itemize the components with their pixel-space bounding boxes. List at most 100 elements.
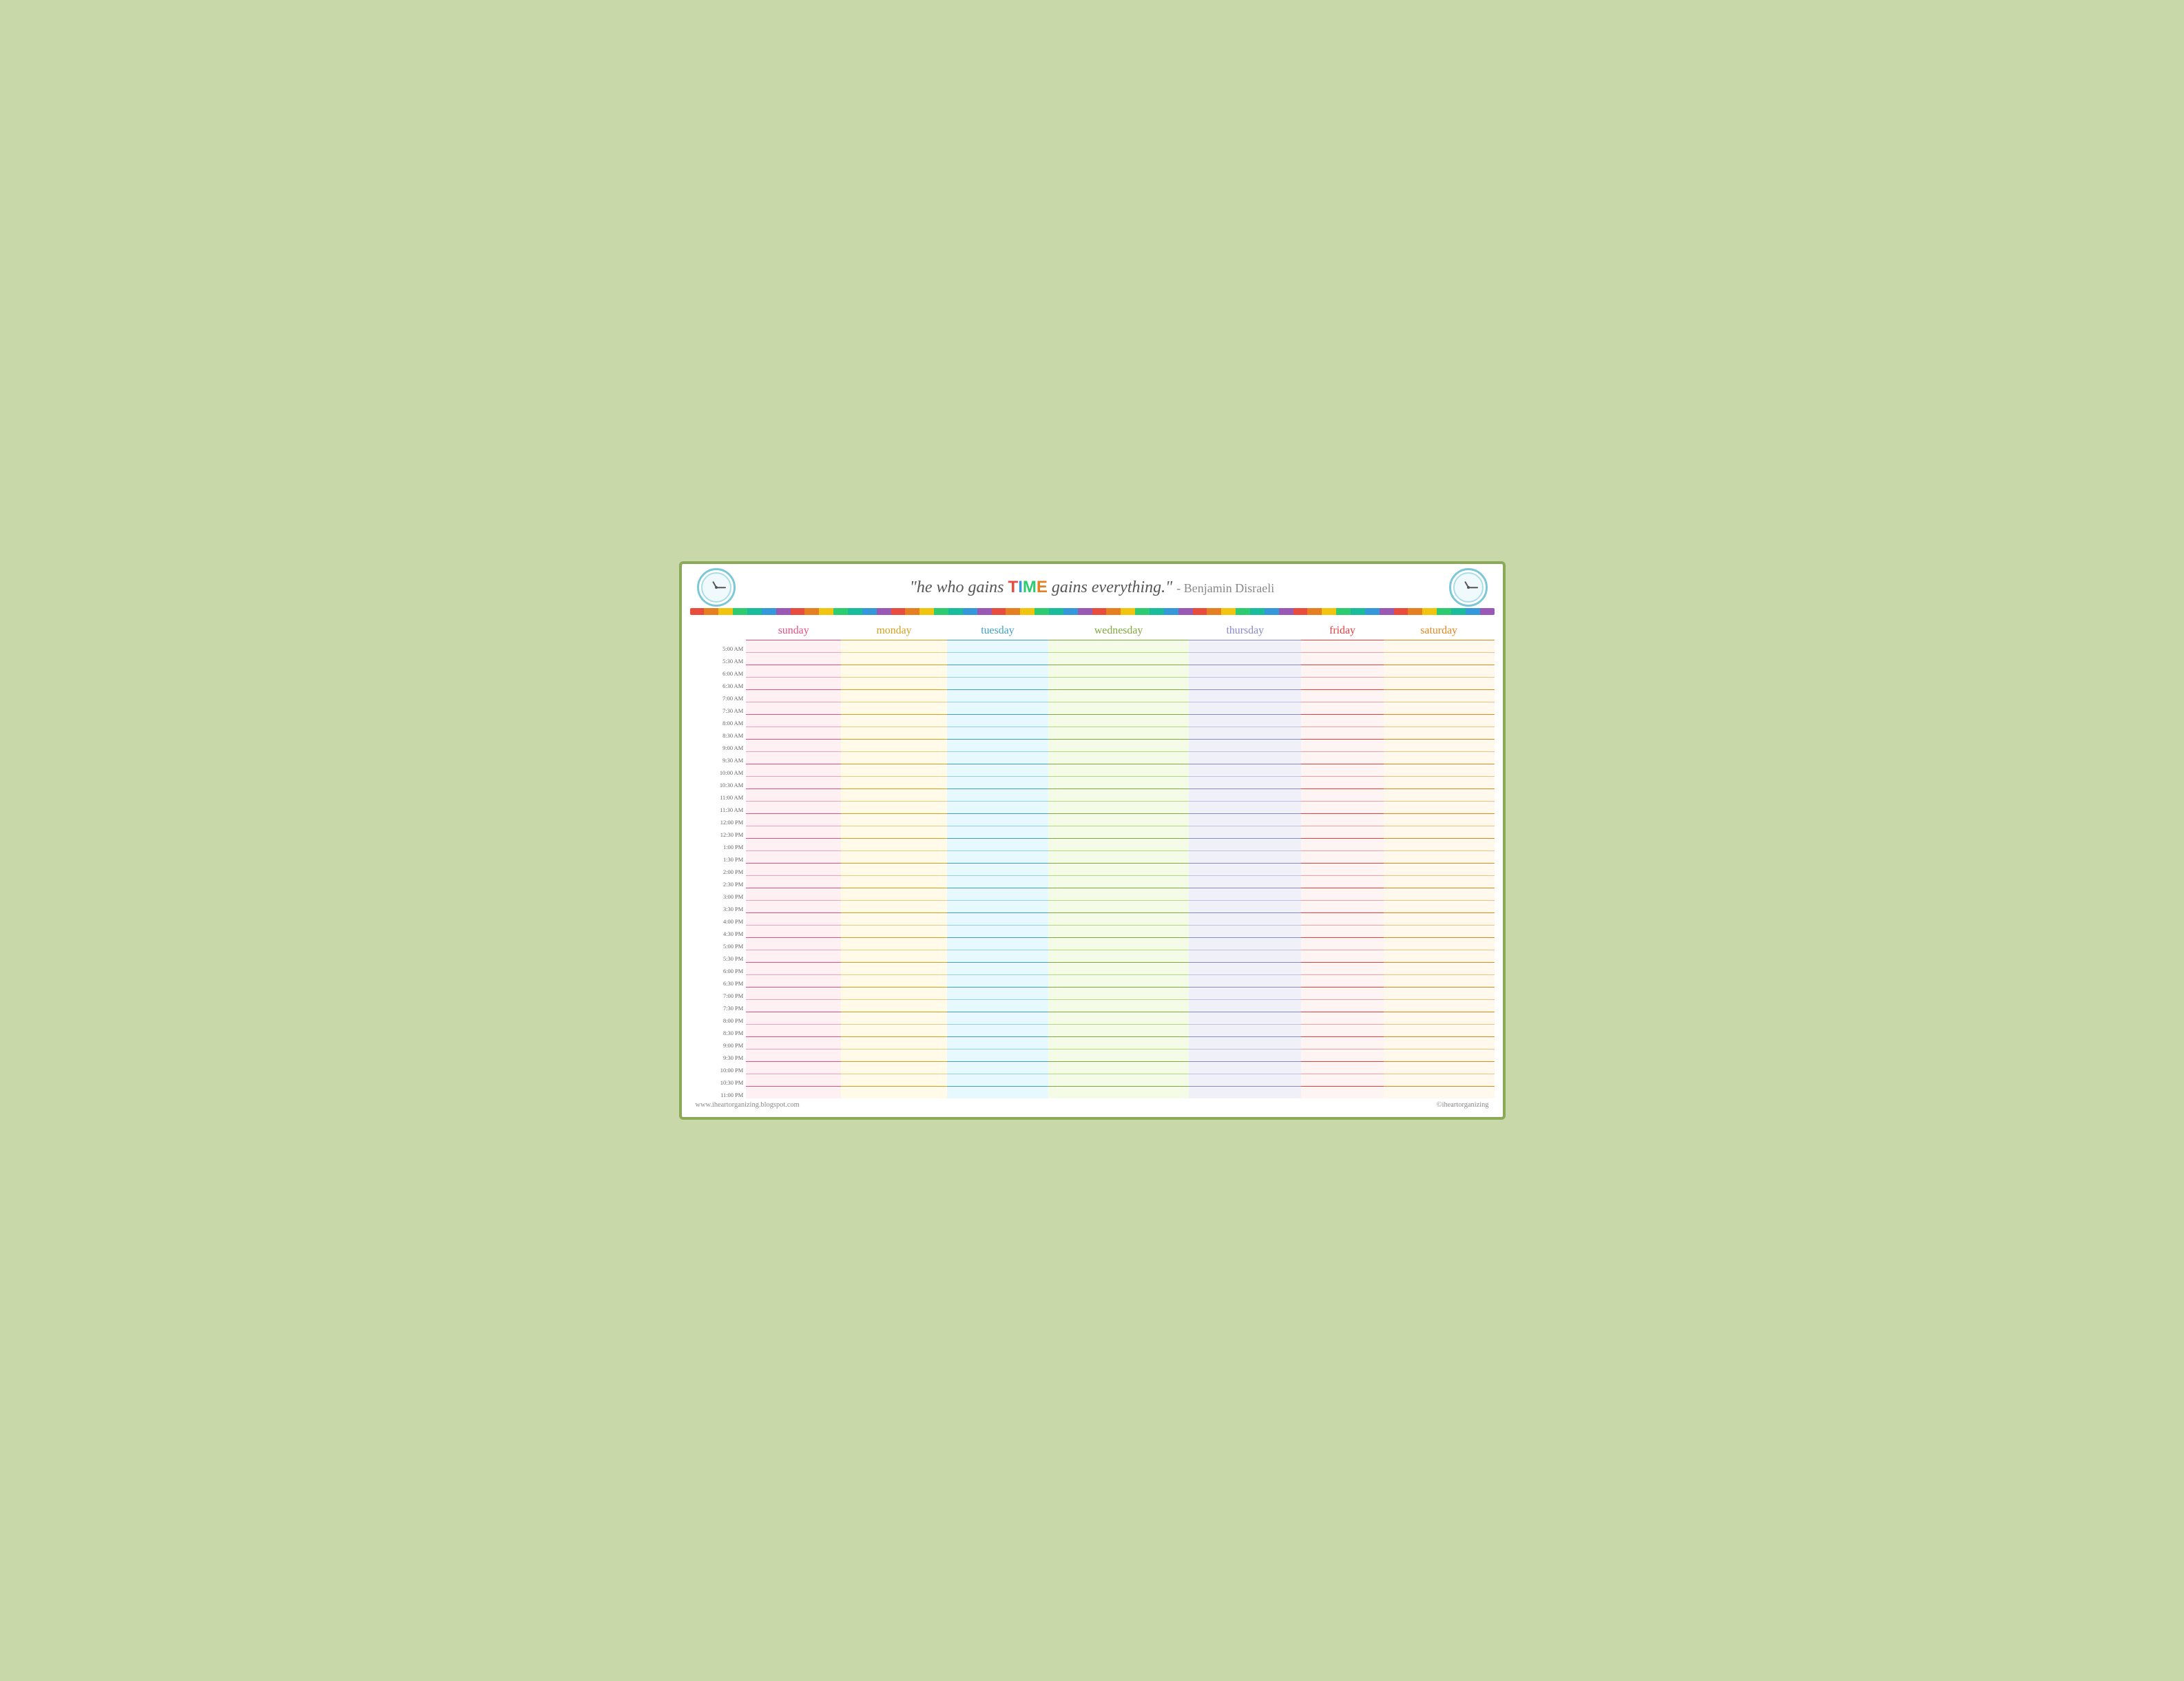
schedule-cell[interactable] xyxy=(1189,838,1301,850)
schedule-cell[interactable] xyxy=(1384,789,1495,801)
schedule-cell[interactable] xyxy=(1384,677,1495,689)
schedule-cell[interactable] xyxy=(947,863,1048,875)
schedule-cell[interactable] xyxy=(1384,1061,1495,1074)
schedule-cell[interactable] xyxy=(1301,1086,1383,1098)
schedule-cell[interactable] xyxy=(947,776,1048,789)
schedule-cell[interactable] xyxy=(746,714,841,727)
schedule-cell[interactable] xyxy=(947,751,1048,764)
schedule-cell[interactable] xyxy=(746,702,841,714)
schedule-cell[interactable] xyxy=(1301,863,1383,875)
schedule-cell[interactable] xyxy=(841,652,947,665)
schedule-cell[interactable] xyxy=(746,727,841,739)
schedule-cell[interactable] xyxy=(947,764,1048,776)
schedule-cell[interactable] xyxy=(1301,1036,1383,1049)
schedule-cell[interactable] xyxy=(841,739,947,751)
schedule-cell[interactable] xyxy=(1301,652,1383,665)
schedule-cell[interactable] xyxy=(746,1074,841,1086)
schedule-cell[interactable] xyxy=(1384,702,1495,714)
schedule-cell[interactable] xyxy=(1189,813,1301,826)
schedule-cell[interactable] xyxy=(1189,1036,1301,1049)
schedule-cell[interactable] xyxy=(1301,1024,1383,1036)
schedule-cell[interactable] xyxy=(841,974,947,987)
schedule-cell[interactable] xyxy=(1301,987,1383,999)
schedule-cell[interactable] xyxy=(947,789,1048,801)
schedule-cell[interactable] xyxy=(1048,987,1189,999)
schedule-cell[interactable] xyxy=(1301,900,1383,912)
schedule-cell[interactable] xyxy=(1048,689,1189,702)
schedule-cell[interactable] xyxy=(1048,714,1189,727)
schedule-cell[interactable] xyxy=(746,751,841,764)
schedule-cell[interactable] xyxy=(746,950,841,962)
schedule-cell[interactable] xyxy=(1384,912,1495,925)
schedule-cell[interactable] xyxy=(1384,900,1495,912)
schedule-cell[interactable] xyxy=(1048,1036,1189,1049)
schedule-cell[interactable] xyxy=(1301,888,1383,900)
schedule-cell[interactable] xyxy=(841,640,947,652)
schedule-cell[interactable] xyxy=(746,689,841,702)
schedule-cell[interactable] xyxy=(1048,1049,1189,1061)
schedule-cell[interactable] xyxy=(1384,1049,1495,1061)
schedule-cell[interactable] xyxy=(1048,640,1189,652)
schedule-cell[interactable] xyxy=(947,838,1048,850)
schedule-cell[interactable] xyxy=(1048,838,1189,850)
schedule-cell[interactable] xyxy=(1189,652,1301,665)
schedule-cell[interactable] xyxy=(1384,838,1495,850)
schedule-cell[interactable] xyxy=(1301,751,1383,764)
schedule-cell[interactable] xyxy=(1048,950,1189,962)
schedule-cell[interactable] xyxy=(1384,925,1495,937)
schedule-cell[interactable] xyxy=(1384,875,1495,888)
schedule-cell[interactable] xyxy=(1189,863,1301,875)
schedule-cell[interactable] xyxy=(947,677,1048,689)
schedule-cell[interactable] xyxy=(841,987,947,999)
schedule-cell[interactable] xyxy=(746,1012,841,1024)
schedule-cell[interactable] xyxy=(1189,875,1301,888)
schedule-cell[interactable] xyxy=(841,925,947,937)
schedule-cell[interactable] xyxy=(1189,987,1301,999)
schedule-cell[interactable] xyxy=(1189,1012,1301,1024)
schedule-cell[interactable] xyxy=(1048,751,1189,764)
schedule-cell[interactable] xyxy=(1048,789,1189,801)
schedule-cell[interactable] xyxy=(947,665,1048,677)
schedule-cell[interactable] xyxy=(1189,962,1301,974)
schedule-cell[interactable] xyxy=(841,714,947,727)
schedule-cell[interactable] xyxy=(841,912,947,925)
schedule-cell[interactable] xyxy=(947,813,1048,826)
schedule-cell[interactable] xyxy=(1048,1086,1189,1098)
schedule-cell[interactable] xyxy=(1384,974,1495,987)
schedule-cell[interactable] xyxy=(1301,813,1383,826)
schedule-cell[interactable] xyxy=(1189,937,1301,950)
schedule-cell[interactable] xyxy=(1384,640,1495,652)
schedule-cell[interactable] xyxy=(1189,739,1301,751)
schedule-cell[interactable] xyxy=(1301,962,1383,974)
schedule-cell[interactable] xyxy=(1048,826,1189,838)
schedule-cell[interactable] xyxy=(1048,1061,1189,1074)
schedule-cell[interactable] xyxy=(1384,937,1495,950)
schedule-cell[interactable] xyxy=(841,962,947,974)
schedule-cell[interactable] xyxy=(841,937,947,950)
schedule-cell[interactable] xyxy=(1048,727,1189,739)
schedule-cell[interactable] xyxy=(1189,1086,1301,1098)
schedule-cell[interactable] xyxy=(746,801,841,813)
schedule-cell[interactable] xyxy=(841,838,947,850)
schedule-cell[interactable] xyxy=(746,925,841,937)
schedule-cell[interactable] xyxy=(1384,739,1495,751)
schedule-cell[interactable] xyxy=(841,900,947,912)
schedule-cell[interactable] xyxy=(947,1036,1048,1049)
schedule-cell[interactable] xyxy=(841,727,947,739)
schedule-cell[interactable] xyxy=(746,875,841,888)
schedule-cell[interactable] xyxy=(1048,801,1189,813)
schedule-cell[interactable] xyxy=(841,776,947,789)
schedule-cell[interactable] xyxy=(1384,888,1495,900)
schedule-cell[interactable] xyxy=(746,900,841,912)
schedule-cell[interactable] xyxy=(1189,850,1301,863)
schedule-cell[interactable] xyxy=(841,677,947,689)
schedule-cell[interactable] xyxy=(1189,912,1301,925)
schedule-cell[interactable] xyxy=(1384,751,1495,764)
schedule-cell[interactable] xyxy=(746,1024,841,1036)
schedule-cell[interactable] xyxy=(1048,665,1189,677)
schedule-cell[interactable] xyxy=(746,665,841,677)
schedule-cell[interactable] xyxy=(1301,689,1383,702)
schedule-cell[interactable] xyxy=(1189,1061,1301,1074)
schedule-cell[interactable] xyxy=(1189,640,1301,652)
schedule-cell[interactable] xyxy=(947,689,1048,702)
